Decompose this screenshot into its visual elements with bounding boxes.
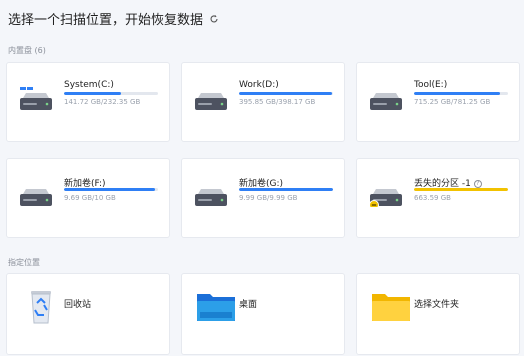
drive-usage-bar [239, 188, 333, 191]
drive-size: 715.25 GB/781.25 GB [414, 98, 491, 106]
drive-card-lost-partition[interactable]: 丢失的分区 -1? 663.59 GB [356, 158, 520, 238]
drive-name: Tool(E:) [414, 80, 448, 90]
drive-size: 395.85 GB/398.17 GB [239, 98, 316, 106]
location-name: 回收站 [64, 300, 92, 310]
location-card-recycle-bin[interactable]: 回收站 [6, 273, 170, 355]
drive-usage-fill [64, 92, 122, 95]
location-name: 选择文件夹 [414, 300, 460, 310]
desktop-folder-icon [197, 294, 235, 321]
drive-card-new-volume-g[interactable]: 新加卷(G:) 9.99 GB/9.99 GB [181, 158, 345, 238]
refresh-icon[interactable] [209, 14, 219, 24]
location-card-desktop[interactable]: 桌面 [181, 273, 345, 355]
drive-usage-fill [414, 188, 508, 191]
drive-name: Work(D:) [239, 80, 279, 90]
drive-usage-bar [414, 92, 508, 95]
lost-partition-drive-icon [370, 189, 402, 207]
folder-icon [372, 294, 410, 321]
drive-size: 9.99 GB/9.99 GB [239, 194, 298, 202]
hard-drive-icon [20, 189, 52, 206]
hard-drive-icon [195, 189, 227, 206]
page-title: 选择一个扫描位置，开始恢复数据 [8, 9, 219, 28]
page-title-text: 选择一个扫描位置，开始恢复数据 [8, 13, 204, 28]
drive-usage-bar [414, 188, 508, 191]
locations-section-label: 指定位置 [8, 258, 40, 267]
windows-drive-icon [20, 87, 52, 110]
drive-usage-fill [414, 92, 501, 95]
drive-card-new-volume-f[interactable]: 新加卷(F:) 9.69 GB/10 GB [6, 158, 170, 238]
drive-card-work-d[interactable]: Work(D:) 395.85 GB/398.17 GB [181, 62, 345, 142]
help-icon[interactable]: ? [473, 180, 482, 188]
drive-usage-fill [64, 188, 156, 191]
location-name: 桌面 [239, 300, 258, 310]
hard-drive-icon [195, 93, 227, 110]
recycle-bin-icon [31, 291, 51, 324]
drives-count: (6) [34, 46, 46, 55]
drive-size: 663.59 GB [414, 194, 451, 202]
drive-usage-bar [64, 188, 158, 191]
drive-usage-bar [239, 92, 333, 95]
drive-usage-bar [64, 92, 158, 95]
location-card-choose-folder[interactable]: 选择文件夹 [356, 273, 520, 355]
drive-card-system-c[interactable]: System(C:) 141.72 GB/232.35 GB [6, 62, 170, 142]
drive-usage-fill [239, 92, 333, 95]
drive-size: 141.72 GB/232.35 GB [64, 98, 141, 106]
hard-drive-icon [370, 93, 402, 110]
drive-usage-fill [239, 188, 333, 191]
drive-size: 9.69 GB/10 GB [64, 194, 116, 202]
drive-card-tool-e[interactable]: Tool(E:) 715.25 GB/781.25 GB [356, 62, 520, 142]
drives-section-label: 内置盘 (6) [8, 45, 46, 56]
drives-section-title: 内置盘 [8, 46, 32, 55]
drive-name: System(C:) [64, 80, 114, 90]
